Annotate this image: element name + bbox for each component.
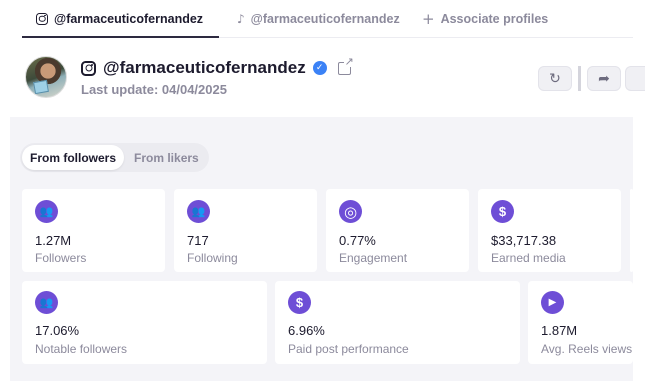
metric-card-following: 👥 717 Following	[174, 189, 317, 272]
instagram-icon	[81, 60, 96, 76]
avatar	[25, 56, 67, 98]
tab-label: @farmaceuticofernandez	[250, 11, 400, 26]
metric-card-followers: 👥 1.27M Followers	[22, 189, 165, 272]
profile-title: @farmaceuticofernandez ✓	[81, 55, 354, 78]
metric-label: Following	[187, 251, 238, 265]
metric-card-avg-reels-views: ▶ 1.87M Avg. Reels views	[528, 281, 633, 364]
play-icon: ▶	[541, 291, 564, 314]
tab-label: @farmaceuticofernandez	[54, 11, 204, 26]
external-link-icon[interactable]	[337, 55, 354, 75]
users-icon: 👥	[35, 291, 58, 314]
divider	[578, 66, 581, 91]
tab-tiktok[interactable]: ♪ @farmaceuticofernandez	[219, 0, 403, 37]
metric-label: Earned media	[491, 251, 566, 265]
metric-value: 6.96%	[288, 323, 325, 338]
metric-label: Avg. Reels views	[541, 342, 633, 356]
from-likers-option[interactable]: From likers	[126, 145, 207, 170]
refresh-button[interactable]: ↻	[538, 66, 572, 91]
plus-icon: +	[422, 9, 435, 28]
users-icon: 👥	[187, 200, 210, 223]
tab-instagram[interactable]: @farmaceuticofernandez	[22, 0, 219, 38]
refresh-icon: ↻	[549, 70, 561, 87]
profile-handle: @farmaceuticofernandez	[103, 58, 306, 77]
verified-badge-icon: ✓	[312, 61, 327, 75]
share-button[interactable]: ➦	[587, 66, 621, 91]
last-update-text: Last update: 04/04/2025	[81, 82, 227, 97]
metric-value: $33,717.38	[491, 233, 557, 248]
more-button[interactable]	[625, 66, 645, 91]
instagram-icon	[36, 12, 48, 25]
dollar-icon: $	[491, 200, 514, 223]
dollar-icon: $	[288, 291, 311, 314]
tab-label: Associate profiles	[440, 11, 549, 26]
metric-value: 1.27M	[35, 233, 72, 248]
target-icon: ◎	[339, 200, 362, 223]
metric-value: 717	[187, 233, 209, 248]
tab-associate-profiles[interactable]: + Associate profiles	[403, 0, 562, 37]
profile-tabs: @farmaceuticofernandez ♪ @farmaceuticofe…	[22, 0, 633, 38]
metric-label: Followers	[35, 251, 87, 265]
metric-value: 0.77%	[339, 233, 376, 248]
share-icon: ➦	[598, 70, 610, 87]
metric-card-notable-followers: 👥 17.06% Notable followers	[22, 281, 267, 364]
tiktok-icon: ♪	[237, 11, 245, 26]
metric-card-engagement: ◎ 0.77% Engagement	[326, 189, 469, 272]
metric-label: Paid post performance	[288, 342, 409, 356]
users-icon: 👥	[35, 200, 58, 223]
audience-source-toggle: From followers From likers	[20, 143, 209, 172]
metric-label: Engagement	[339, 251, 408, 265]
metric-card-earned-media: $ $33,717.38 Earned media	[478, 189, 621, 272]
metric-value: 17.06%	[35, 323, 80, 338]
metric-card-paid-post-performance: $ 6.96% Paid post performance	[275, 281, 520, 364]
metric-card-partial	[630, 189, 633, 272]
metric-label: Notable followers	[35, 342, 128, 356]
from-followers-option[interactable]: From followers	[22, 145, 125, 170]
metric-value: 1.87M	[541, 323, 578, 338]
